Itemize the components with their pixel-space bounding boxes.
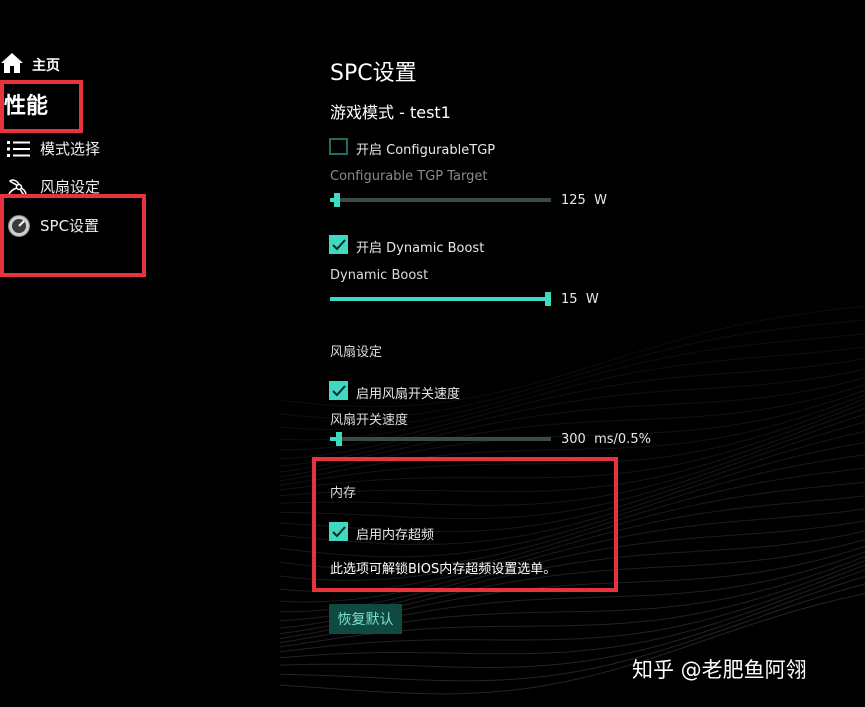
sidebar-home[interactable]: 主页 [0,52,60,78]
checkmark-icon [331,384,346,396]
fan-switch-speed-slider[interactable] [330,432,551,446]
mode-subtitle: 游戏模式 - test1 [330,103,451,122]
configurable-tgp-checkbox[interactable] [329,138,348,155]
slider-fill [330,297,548,301]
fan-switch-speed-label: 风扇开关速度 [330,413,409,428]
slider-thumb[interactable] [334,193,341,207]
slider-thumb[interactable] [545,292,551,306]
dynamic-boost-value: 15 W [561,292,599,307]
home-icon [0,52,24,78]
fan-section-title: 风扇设定 [330,345,383,360]
watermark: 知乎 @老肥鱼阿翎 [632,658,807,682]
reset-default-button[interactable]: 恢复默认 [329,604,402,634]
checkmark-icon [331,525,346,537]
sidebar-item-label: 模式选择 [40,140,101,158]
background-wave-line [279,319,865,419]
sidebar-home-label: 主页 [32,58,60,74]
dynamic-boost-checkbox[interactable] [329,235,348,254]
highlight-box-spc [0,194,146,277]
dynamic-boost-label: Dynamic Boost [330,268,429,283]
fan-switch-checkbox[interactable] [329,381,348,400]
app-window: 主页 性能 模式选择 风扇设定 SPC设置 SPC设置 游戏模式 - test1… [0,0,865,707]
memory-oc-checkbox-label: 启用内存超频 [356,528,435,543]
fan-switch-speed-value: 300 ms/0.5% [561,432,651,447]
slider-track [330,437,551,441]
slider-thumb[interactable] [336,432,343,446]
configurable-tgp-label: 开启 ConfigurableTGP [356,143,496,158]
tgp-target-value: 125 W [561,193,607,208]
sidebar-item-mode-select[interactable]: 模式选择 [6,138,100,159]
memory-oc-checkbox[interactable] [329,522,348,541]
slider-track [330,198,551,202]
dynamic-boost-checkbox-label: 开启 Dynamic Boost [356,241,485,256]
fan-switch-checkbox-label: 启用风扇开关速度 [356,387,461,402]
memory-description: 此选项可解锁BIOS内存超频设置选单。 [330,562,557,577]
tgp-target-label: Configurable TGP Target [330,169,488,184]
dynamic-boost-slider[interactable] [330,292,551,306]
memory-section-title: 内存 [330,486,357,501]
page-title: SPC设置 [330,61,417,86]
highlight-box-performance [0,80,83,133]
list-icon [6,139,32,159]
tgp-target-slider[interactable] [330,193,551,207]
checkmark-icon [331,238,346,250]
